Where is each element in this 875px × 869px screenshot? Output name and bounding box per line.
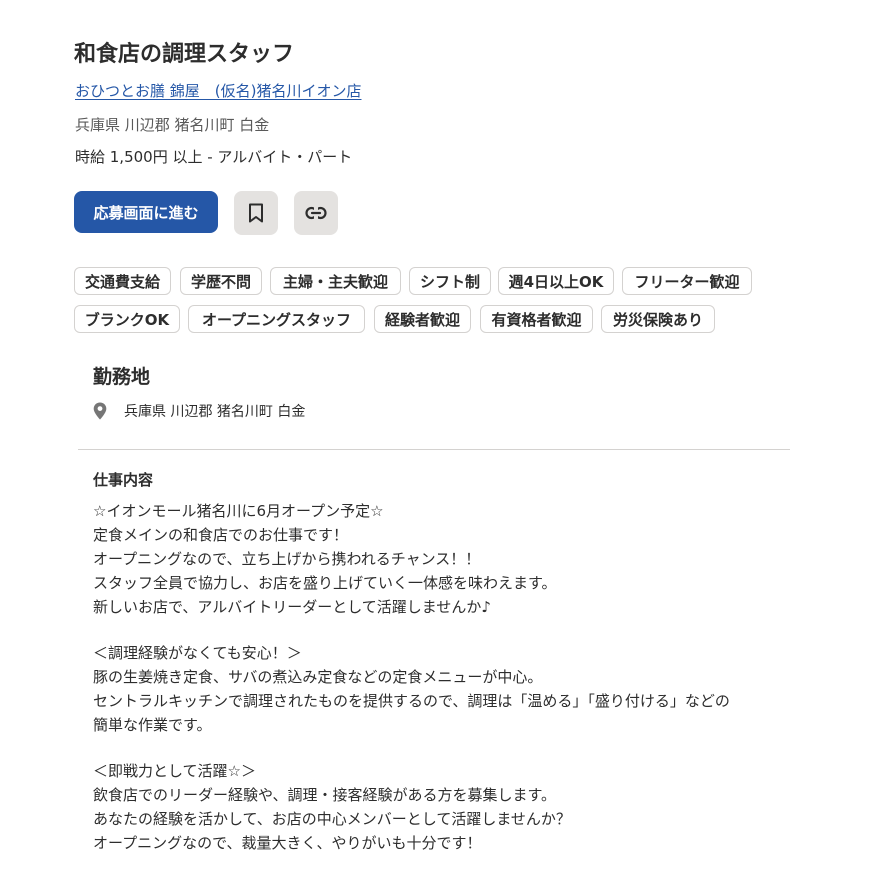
company-link[interactable]: おひつとお膳 錦屋 (仮名)猪名川イオン店: [75, 80, 361, 101]
tag-transport-allowance: 交通費支給: [74, 267, 171, 295]
job-title: 和食店の調理スタッフ: [74, 42, 295, 67]
tag-freeters-welcome: フリーター歓迎: [622, 267, 752, 295]
work-location-address: 兵庫県 川辺郡 猪名川町 白金: [124, 404, 306, 420]
tag-experienced-welcome: 経験者歓迎: [374, 305, 471, 333]
description-line: セントラルキッチンで調理されたものを提供するので、調理は「温める」「盛り付ける」…: [93, 692, 730, 710]
apply-button[interactable]: 応募画面に進む: [74, 191, 218, 233]
work-location-heading: 勤務地: [93, 366, 151, 388]
description-line: オープニングなので、立ち上げから携われるチャンス！！: [93, 550, 481, 568]
tag-blank-ok: ブランクOK: [74, 305, 180, 333]
tag-4-days-ok: 週4日以上OK: [498, 267, 614, 295]
description-line: ＜即戦力として活躍☆＞: [93, 762, 256, 780]
tag-opening-staff: オープニングスタッフ: [188, 305, 365, 333]
description-line: 定食メインの和食店でのお仕事です！: [93, 526, 349, 544]
tag-homemakers-welcome: 主婦・主夫歓迎: [270, 267, 401, 295]
copy-link-button[interactable]: [294, 191, 338, 235]
description-line: ☆イオンモール猪名川に6月オープン予定☆: [93, 502, 384, 520]
bookmark-icon: [249, 203, 263, 223]
salary-and-job-type: 時給 1,500円 以上 - アルバイト・パート: [75, 148, 353, 166]
link-icon: [305, 206, 327, 220]
location-pin-icon: [93, 402, 107, 420]
tag-no-education-required: 学歴不問: [180, 267, 262, 295]
tag-workers-comp: 労災保険あり: [601, 305, 715, 333]
job-description-heading: 仕事内容: [93, 471, 154, 489]
description-line: 豚の生姜焼き定食、サバの煮込み定食などの定食メニューが中心。: [93, 668, 543, 686]
save-job-button[interactable]: [234, 191, 278, 235]
job-location: 兵庫県 川辺郡 猪名川町 白金: [75, 116, 270, 134]
description-line: スタッフ全員で協力し、お店を盛り上げていく一体感を味わえます。: [93, 574, 557, 592]
section-divider: [78, 449, 790, 450]
description-line: ＜調理経験がなくても安心！＞: [93, 644, 302, 662]
description-line: 新しいお店で、アルバイトリーダーとして活躍しませんか♪: [93, 598, 491, 616]
tag-shift-system: シフト制: [409, 267, 491, 295]
description-line: オープニングなので、裁量大きく、やりがいも十分です！: [93, 834, 482, 852]
description-line: あなたの経験を活かして、お店の中心メンバーとして活躍しませんか？: [93, 810, 571, 828]
description-line: 簡単な作業です。: [93, 716, 212, 734]
description-line: 飲食店でのリーダー経験や、調理・接客経験がある方を募集します。: [93, 786, 557, 804]
job-description: ☆イオンモール猪名川に6月オープン予定☆ 定食メインの和食店でのお仕事です！ オ…: [93, 499, 793, 855]
tag-certified-welcome: 有資格者歓迎: [480, 305, 593, 333]
